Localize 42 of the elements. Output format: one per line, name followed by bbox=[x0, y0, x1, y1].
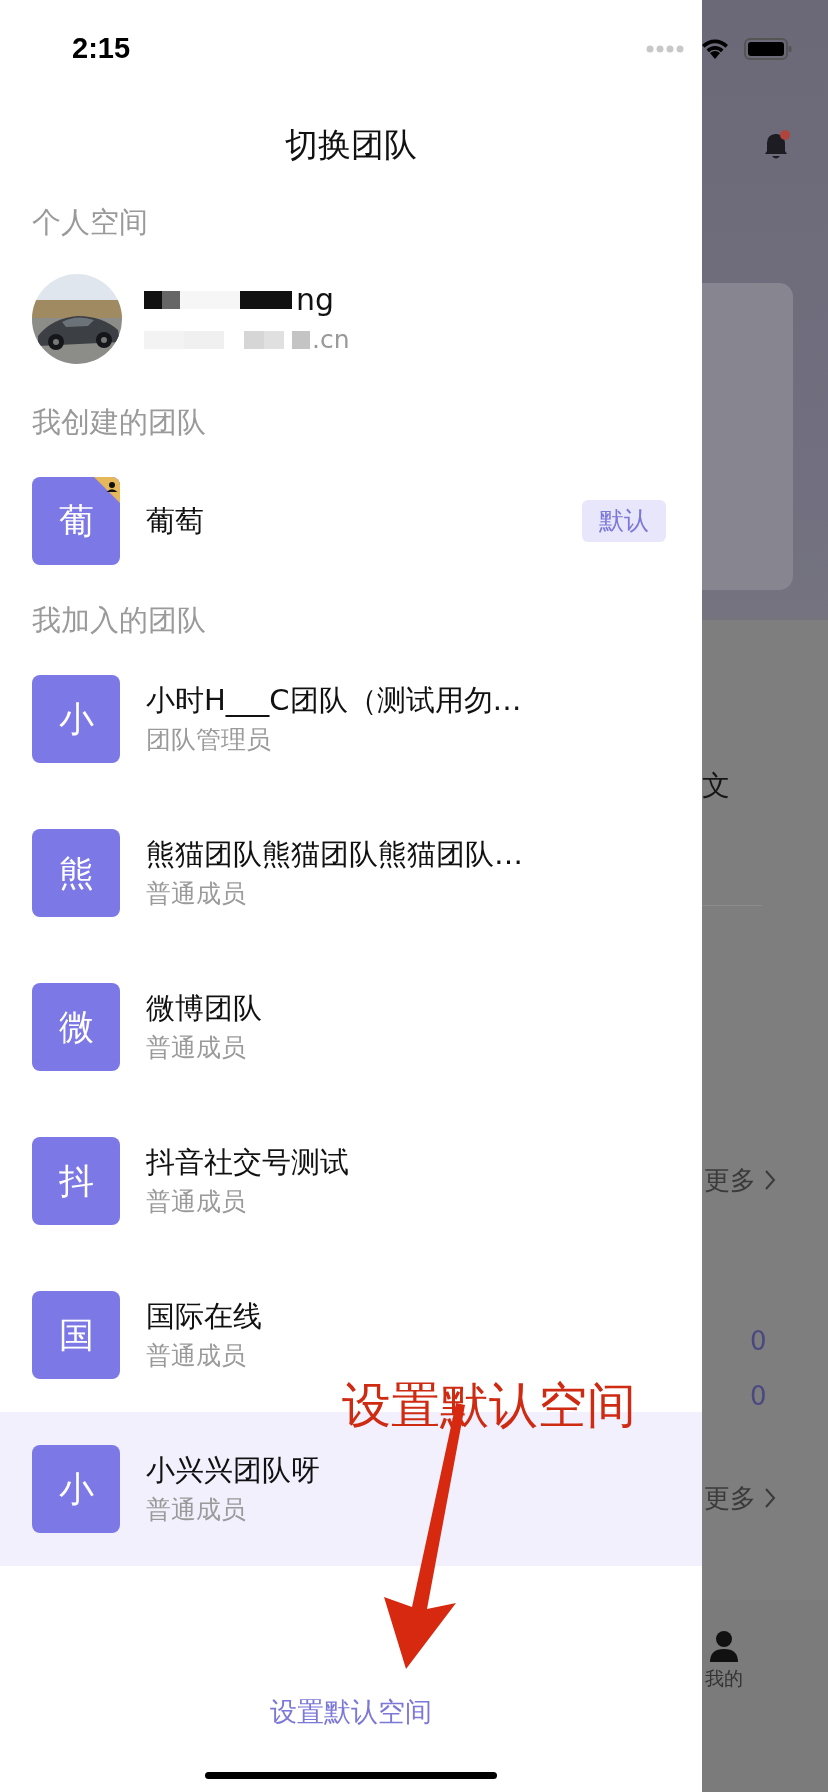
team-row[interactable]: 小 小时H___C团队（测试用勿… 团队管理员 bbox=[0, 675, 702, 763]
team-role: 普通成员 bbox=[146, 1341, 247, 1371]
chevron-icon bbox=[764, 1487, 776, 1509]
section-heading: 个人空间 bbox=[32, 204, 148, 241]
team-role: 普通成员 bbox=[146, 1495, 247, 1525]
person-icon bbox=[709, 1630, 739, 1662]
drawer-title: 切换团队 bbox=[285, 124, 417, 166]
page-text: 文 bbox=[702, 768, 730, 804]
team-initial: 国 bbox=[58, 1317, 94, 1353]
status-time: 2:15 bbox=[72, 32, 131, 64]
team-row[interactable]: 国 国际在线 普通成员 bbox=[0, 1291, 702, 1379]
team-name: 国际在线 bbox=[146, 1299, 263, 1333]
set-default-button[interactable]: 设置默认空间 bbox=[258, 1682, 444, 1742]
team-role: 普通成员 bbox=[146, 879, 247, 909]
default-tag: 默认 bbox=[582, 500, 666, 542]
team-row[interactable]: 抖 抖音社交号测试 普通成员 bbox=[0, 1137, 702, 1225]
team-role: 团队管理员 bbox=[146, 725, 272, 755]
team-initial: 熊 bbox=[58, 855, 94, 891]
team-role: 普通成员 bbox=[146, 1187, 247, 1217]
team-initial: 抖 bbox=[58, 1163, 94, 1199]
team-role: 普通成员 bbox=[146, 1033, 247, 1063]
team-initial: 小 bbox=[58, 1471, 94, 1507]
team-name: 熊猫团队熊猫团队熊猫团队… bbox=[146, 837, 524, 871]
team-initial: 小 bbox=[58, 701, 94, 737]
team-name: 微博团队 bbox=[146, 991, 263, 1025]
section-heading: 我加入的团队 bbox=[32, 602, 206, 639]
chevron-icon bbox=[764, 1169, 776, 1191]
profile-email: .cn bbox=[312, 327, 350, 353]
team-name: 小时H___C团队（测试用勿… bbox=[146, 683, 523, 717]
team-name: 抖音社交号测试 bbox=[146, 1145, 350, 1179]
wifi-icon bbox=[700, 38, 730, 60]
team-initial: 葡 bbox=[58, 503, 94, 539]
profile-name: ng bbox=[296, 285, 335, 315]
team-name: 葡萄 bbox=[146, 504, 205, 538]
team-row[interactable]: 葡 葡萄 默认 bbox=[0, 477, 702, 565]
section-heading: 我创建的团队 bbox=[32, 404, 206, 441]
battery-icon bbox=[744, 38, 792, 60]
signal-icon bbox=[646, 44, 686, 54]
team-initial: 微 bbox=[58, 1009, 94, 1045]
team-row[interactable]: 熊 熊猫团队熊猫团队熊猫团队… 普通成员 bbox=[0, 829, 702, 917]
team-name: 小兴兴团队呀 bbox=[146, 1453, 321, 1487]
team-row[interactable]: 微 微博团队 普通成员 bbox=[0, 983, 702, 1071]
